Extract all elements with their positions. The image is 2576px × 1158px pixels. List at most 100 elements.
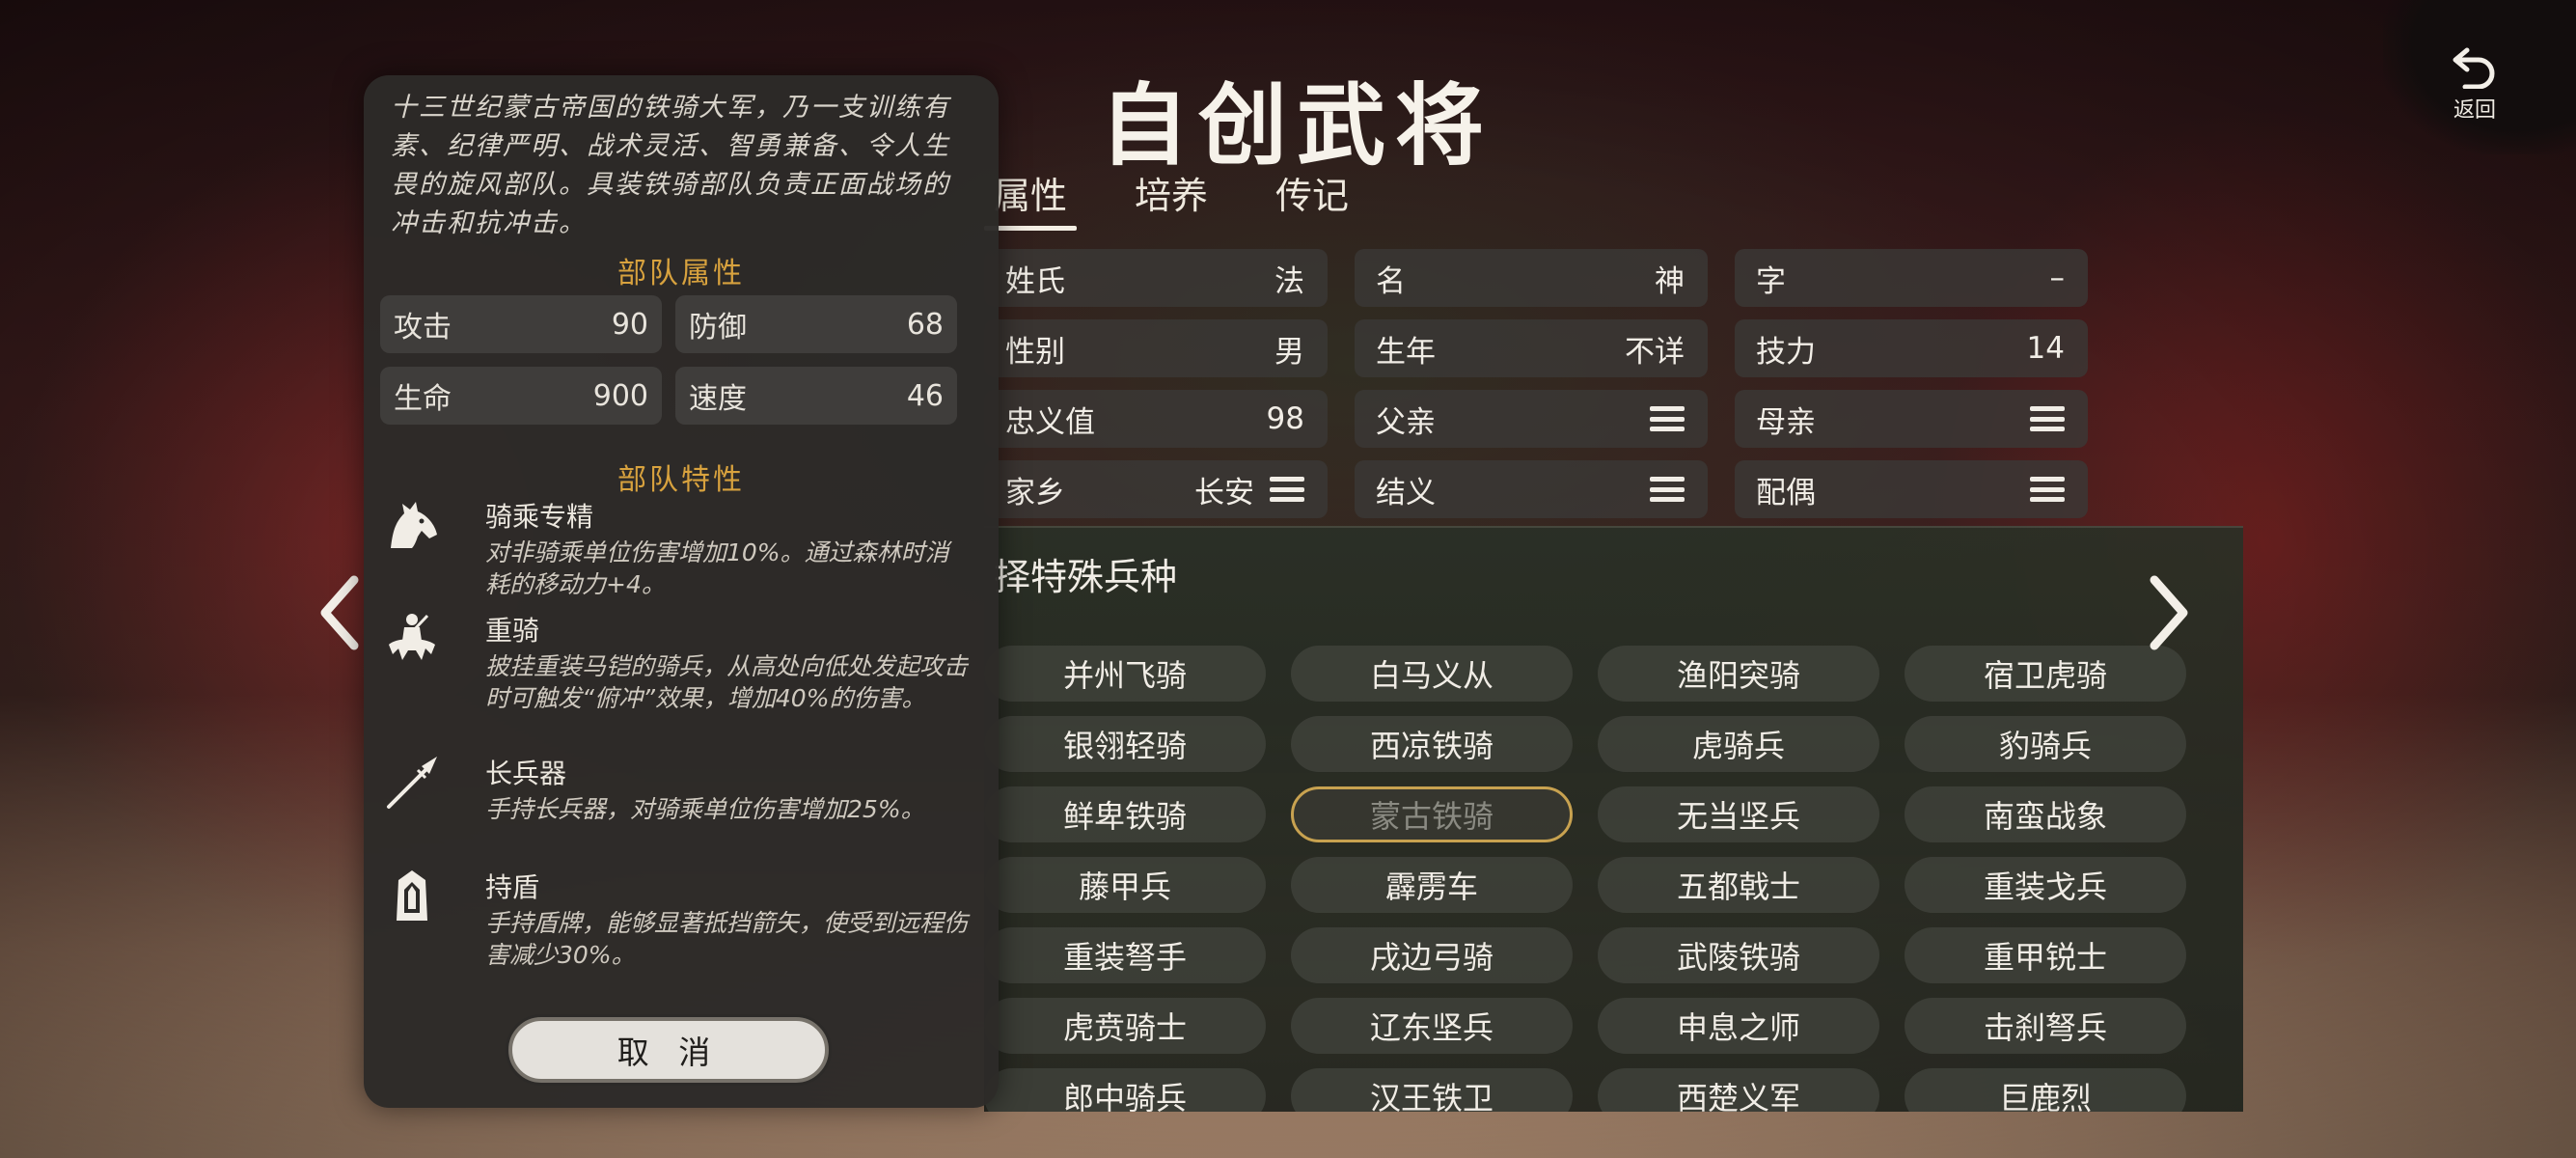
armored-rider-icon bbox=[389, 614, 435, 660]
unit-option[interactable]: 银翎轻骑 bbox=[984, 716, 1266, 772]
loyalty-field[interactable]: 忠义值 98 bbox=[984, 390, 1328, 448]
stats-grid: 攻击 90 防御 68 生命 900 速度 46 bbox=[380, 295, 957, 425]
spouse-field[interactable]: 配偶 bbox=[1735, 460, 2088, 518]
unit-option[interactable]: 并州飞骑 bbox=[984, 646, 1266, 702]
given-name-field[interactable]: 名神 bbox=[1355, 249, 1708, 307]
mother-label: 母亲 bbox=[1756, 404, 1816, 440]
unit-option[interactable]: 西楚义军 bbox=[1598, 1068, 1879, 1112]
unit-option[interactable]: 重装弩手 bbox=[984, 927, 1266, 983]
tab-attributes[interactable]: 属性 bbox=[983, 166, 1078, 231]
stat-label: 生命 bbox=[394, 382, 452, 416]
trait-name: 骑乘专精 bbox=[485, 501, 594, 533]
loyalty-value: 98 bbox=[1266, 401, 1304, 436]
sworn-brothers-field[interactable]: 结义 bbox=[1355, 460, 1708, 518]
unit-option[interactable]: 渔阳突骑 bbox=[1598, 646, 1879, 702]
courtesy-name-field[interactable]: 字 – bbox=[1735, 249, 2088, 307]
next-arrow-button[interactable] bbox=[2137, 574, 2195, 651]
unit-option[interactable]: 豹骑兵 bbox=[1905, 716, 2186, 772]
skill-field[interactable]: 技力 14 bbox=[1735, 319, 2088, 377]
unit-option[interactable]: 西凉铁骑 bbox=[1291, 716, 1573, 772]
stat-speed: 速度 46 bbox=[675, 367, 957, 425]
skill-label: 技力 bbox=[1756, 334, 1816, 370]
traits-title: 部队特性 bbox=[617, 463, 745, 497]
gender-field[interactable]: 性别 男 bbox=[984, 319, 1328, 377]
unit-option[interactable]: 戌边弓骑 bbox=[1291, 927, 1573, 983]
unit-option[interactable]: 郎中骑兵 bbox=[984, 1068, 1266, 1112]
shield-icon bbox=[397, 870, 427, 921]
stat-health: 生命 900 bbox=[380, 367, 662, 425]
tab-biography[interactable]: 传记 bbox=[1275, 166, 1349, 231]
courtesy-name-value: – bbox=[2049, 261, 2066, 295]
unit-option[interactable]: 五都戟士 bbox=[1598, 857, 1879, 913]
trait-description: 手持长兵器，对骑乘单位伤害增加25%。 bbox=[485, 795, 925, 823]
unit-option-selected[interactable]: 蒙古铁骑 bbox=[1291, 786, 1573, 842]
unit-option[interactable]: 白马义从 bbox=[1291, 646, 1573, 702]
attribute-grid: 姓氏法 名神 字 – 性别 男 生年 不详 技力 14 忠义值 98 父亲 母亲 家乡 长安… bbox=[984, 249, 2089, 518]
unit-grid: 并州飞骑 白马义从 渔阳突骑 宿卫虎骑银翎轻骑 西凉铁骑 虎骑兵 豹骑兵鲜卑铁骑 蒙古铁骑 无当… bbox=[984, 646, 2186, 1112]
trait-description: 披挂重装马铠的骑兵，从高处向低处发起攻击时可触发“俯冲”效果，增加40%的伤害。 bbox=[485, 652, 969, 712]
gender-value: 男 bbox=[1274, 334, 1304, 370]
stat-value: 90 bbox=[611, 307, 648, 342]
birth-year-field[interactable]: 生年 不详 bbox=[1355, 319, 1708, 377]
unit-option[interactable]: 霹雳车 bbox=[1291, 857, 1573, 913]
unit-option[interactable]: 无当坚兵 bbox=[1598, 786, 1879, 842]
unit-option[interactable]: 巨鹿烈 bbox=[1905, 1068, 2186, 1112]
spear-icon bbox=[387, 757, 437, 809]
unit-option[interactable]: 击刹弩兵 bbox=[1905, 998, 2186, 1054]
birth-year-label: 生年 bbox=[1376, 334, 1436, 370]
tab-bar: 属性 培养 传记 bbox=[983, 166, 1416, 231]
tab-training[interactable]: 培养 bbox=[1135, 166, 1208, 231]
unit-option[interactable]: 虎骑兵 bbox=[1598, 716, 1879, 772]
stat-label: 攻击 bbox=[394, 311, 452, 345]
unit-option[interactable]: 南蛮战象 bbox=[1905, 786, 2186, 842]
trait-name: 持盾 bbox=[485, 871, 540, 903]
surname-label: 姓氏 bbox=[1005, 263, 1065, 299]
stat-value: 900 bbox=[592, 378, 648, 413]
stat-value: 68 bbox=[906, 307, 944, 342]
horse-head-icon bbox=[391, 502, 437, 548]
menu-icon[interactable] bbox=[1650, 477, 1685, 502]
unit-option[interactable]: 申息之师 bbox=[1598, 998, 1879, 1054]
menu-icon[interactable] bbox=[1270, 477, 1304, 502]
unit-option[interactable]: 虎贲骑士 bbox=[984, 998, 1266, 1054]
birth-year-value: 不详 bbox=[1625, 334, 1685, 370]
gender-label: 性别 bbox=[1005, 334, 1065, 370]
stat-label: 速度 bbox=[689, 382, 747, 416]
hometown-value: 长安 bbox=[1194, 475, 1254, 510]
menu-icon[interactable] bbox=[1650, 406, 1685, 431]
stat-attack: 攻击 90 bbox=[380, 295, 662, 353]
unit-description: 十三世纪蒙古帝国的铁骑大军，乃一支训练有素、纪律严明、战术灵活、智勇兼备、令人生… bbox=[391, 93, 950, 238]
unit-option[interactable]: 重装戈兵 bbox=[1905, 857, 2186, 913]
hometown-field[interactable]: 家乡 长安 bbox=[984, 460, 1328, 518]
menu-icon[interactable] bbox=[2030, 477, 2065, 502]
surname-field[interactable]: 姓氏 法 bbox=[984, 249, 1328, 307]
cancel-button[interactable]: 取 消 bbox=[508, 1017, 829, 1083]
spouse-label: 配偶 bbox=[1756, 475, 1816, 510]
unit-option[interactable]: 鲜卑铁骑 bbox=[984, 786, 1266, 842]
chevron-left-icon bbox=[320, 575, 359, 650]
stat-value: 46 bbox=[906, 378, 944, 413]
trait-name: 长兵器 bbox=[485, 758, 567, 789]
page-title: 自创武将 bbox=[1100, 73, 1494, 178]
prev-arrow-button[interactable] bbox=[314, 574, 371, 651]
unit-info-panel: 十三世纪蒙古帝国的铁骑大军，乃一支训练有素、纪律严明、战术灵活、智勇兼备、令人生… bbox=[364, 75, 999, 1108]
loyalty-label: 忠义值 bbox=[1005, 404, 1095, 440]
stat-label: 防御 bbox=[689, 311, 747, 345]
chevron-right-icon bbox=[2150, 575, 2188, 650]
trait-description: 对非骑乘单位伤害增加10%。通过森林时消耗的移动力+4。 bbox=[485, 538, 949, 598]
back-button[interactable]: 返回 bbox=[2431, 39, 2518, 125]
unit-option[interactable]: 汉王铁卫 bbox=[1291, 1068, 1573, 1112]
unit-option[interactable]: 藤甲兵 bbox=[984, 857, 1266, 913]
unit-option[interactable]: 辽东坚兵 bbox=[1291, 998, 1573, 1054]
unit-option[interactable]: 宿卫虎骑 bbox=[1905, 646, 2186, 702]
sworn-brothers-label: 结义 bbox=[1376, 475, 1436, 510]
return-arrow-icon bbox=[2453, 47, 2495, 89]
mother-field[interactable]: 母亲 bbox=[1735, 390, 2088, 448]
father-field[interactable]: 父亲 bbox=[1355, 390, 1708, 448]
unit-option[interactable]: 重甲锐士 bbox=[1905, 927, 2186, 983]
unit-option[interactable]: 武陵铁骑 bbox=[1598, 927, 1879, 983]
hometown-label: 家乡 bbox=[1005, 475, 1065, 510]
menu-icon[interactable] bbox=[2030, 406, 2065, 431]
trait-description: 手持盾牌，能够显著抵挡箭矢，使受到远程伤害减少30%。 bbox=[485, 909, 969, 969]
skill-value: 14 bbox=[2026, 331, 2065, 366]
